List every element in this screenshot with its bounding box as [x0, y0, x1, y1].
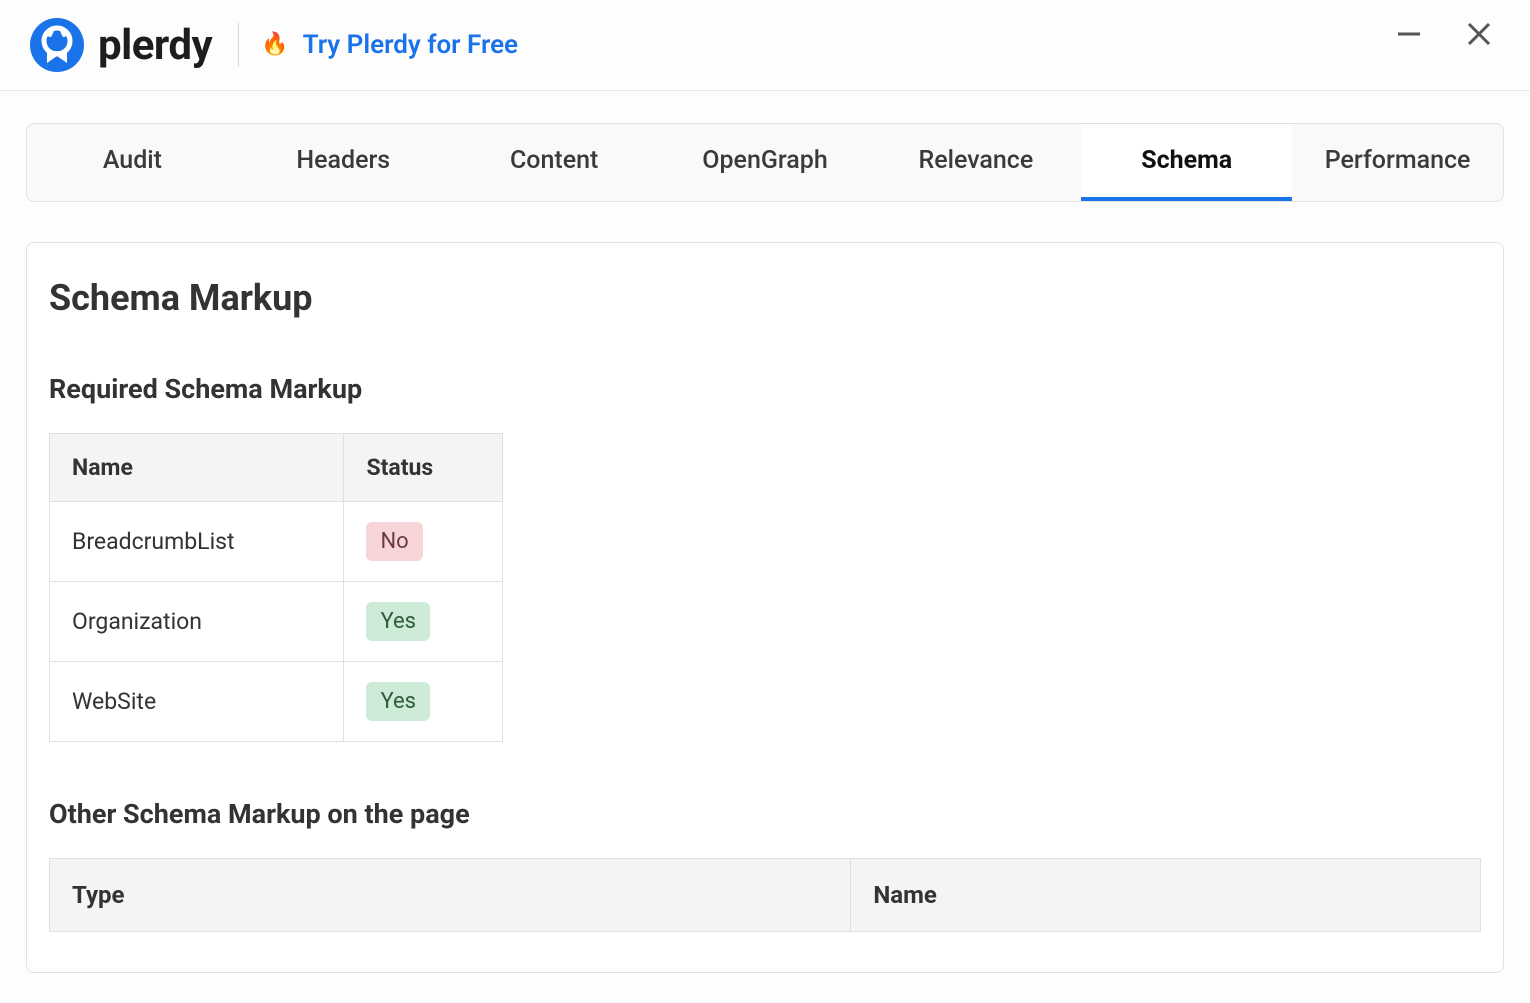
table-row: Organization Yes	[50, 582, 503, 662]
main-card: Schema Markup Required Schema Markup Nam…	[26, 242, 1504, 973]
other-schema-table: Type Name	[49, 858, 1481, 932]
close-icon[interactable]	[1466, 21, 1492, 51]
tab-relevance[interactable]: Relevance	[870, 124, 1081, 201]
tab-audit[interactable]: Audit	[27, 124, 238, 201]
tab-performance[interactable]: Performance	[1292, 124, 1503, 201]
col-status: Status	[344, 434, 503, 502]
page-title: Schema Markup	[49, 277, 1481, 319]
cell-status: No	[344, 502, 503, 582]
tab-schema[interactable]: Schema	[1081, 124, 1292, 201]
window-controls	[1396, 21, 1500, 51]
minimize-icon[interactable]	[1396, 21, 1422, 51]
status-badge: Yes	[366, 602, 430, 641]
required-section-title: Required Schema Markup	[49, 373, 1481, 405]
status-badge: Yes	[366, 682, 430, 721]
table-header-row: Type Name	[50, 859, 1481, 932]
tab-headers[interactable]: Headers	[238, 124, 449, 201]
col-name: Name	[851, 859, 1481, 932]
brand-logo[interactable]: plerdy	[30, 18, 212, 72]
required-schema-table: Name Status BreadcrumbList No Organizati…	[49, 433, 503, 742]
plerdy-logo-icon	[30, 18, 84, 72]
table-row: BreadcrumbList No	[50, 502, 503, 582]
fire-icon: 🔥	[261, 34, 288, 56]
tabs-bar: Audit Headers Content OpenGraph Relevanc…	[26, 123, 1504, 202]
cell-status: Yes	[344, 662, 503, 742]
other-section-title: Other Schema Markup on the page	[49, 798, 1481, 830]
cell-status: Yes	[344, 582, 503, 662]
table-header-row: Name Status	[50, 434, 503, 502]
col-type: Type	[50, 859, 851, 932]
tab-opengraph[interactable]: OpenGraph	[660, 124, 871, 201]
cell-name: Organization	[50, 582, 344, 662]
cell-name: BreadcrumbList	[50, 502, 344, 582]
separator	[238, 23, 239, 67]
app-header: plerdy 🔥 Try Plerdy for Free	[0, 0, 1530, 91]
tab-content[interactable]: Content	[449, 124, 660, 201]
table-row: WebSite Yes	[50, 662, 503, 742]
brand-name: plerdy	[98, 21, 212, 70]
status-badge: No	[366, 522, 422, 561]
try-free-link[interactable]: Try Plerdy for Free	[303, 30, 518, 60]
cell-name: WebSite	[50, 662, 344, 742]
col-name: Name	[50, 434, 344, 502]
